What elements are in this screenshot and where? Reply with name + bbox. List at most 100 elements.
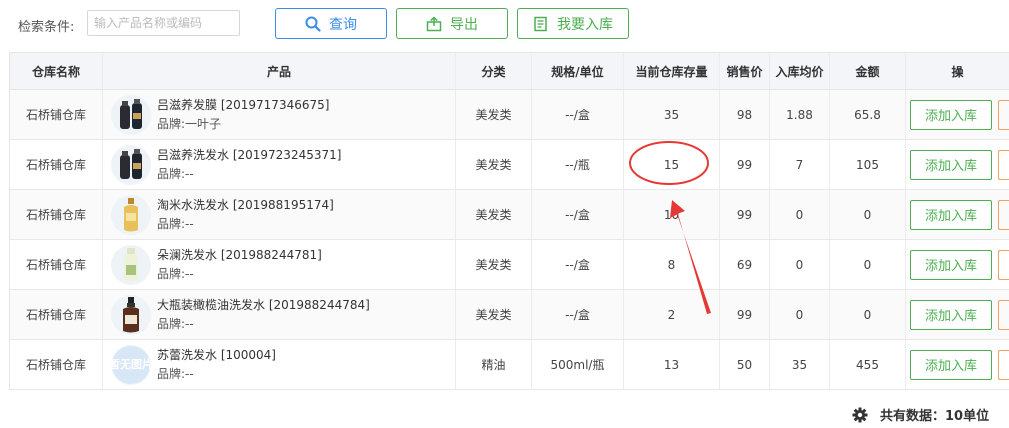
add-stock-button[interactable]: 添加入库: [910, 149, 992, 180]
category-cell: 美发类: [456, 240, 532, 289]
amount-cell: 0: [830, 240, 906, 289]
search-label: 检索条件:: [18, 20, 75, 35]
stock-cell: 2: [624, 290, 720, 339]
search-icon: [305, 16, 321, 32]
category-cell: 美发类: [456, 290, 532, 339]
query-label: 查询: [329, 16, 357, 33]
price-cell: 98: [720, 90, 770, 139]
add-stock-button[interactable]: 添加入库: [910, 199, 992, 230]
spec-cell: --/盒: [532, 240, 624, 289]
add-stock-button[interactable]: 添加入库: [910, 99, 992, 130]
warehouse-cell: 石桥铺仓库: [10, 140, 103, 189]
avg-cost-cell: 35: [770, 340, 830, 389]
spec-cell: --/盒: [532, 290, 624, 339]
avg-cost-cell: 1.88: [770, 90, 830, 139]
category-cell: 美发类: [456, 90, 532, 139]
search-input[interactable]: [87, 10, 240, 36]
category-cell: 美发类: [456, 140, 532, 189]
avg-cost-cell: 0: [770, 190, 830, 239]
secondary-action-button[interactable]: [998, 99, 1009, 130]
query-button[interactable]: 查询: [275, 8, 387, 39]
export-label: 导出: [450, 16, 478, 33]
spec-cell: --/盒: [532, 90, 624, 139]
table-row: 石桥铺仓库 吕滋养发膜 [2019717346675] 品牌:一叶子 美发类 -…: [10, 90, 1009, 140]
table-row: 石桥铺仓库 大瓶装橄榄油洗发水 [201988244784] 品牌:-- 美发类…: [10, 290, 1009, 340]
table-row: 石桥铺仓库 暂无图片 苏蕾洗发水 [100004] 品牌:-- 精油 500ml…: [10, 340, 1009, 390]
operations-cell: 添加入库: [906, 240, 1009, 289]
product-brand: 品牌:--: [157, 166, 194, 181]
product-cell: 吕滋养洗发水 [2019723245371] 品牌:--: [103, 140, 456, 189]
amount-cell: 455: [830, 340, 906, 389]
price-cell: 50: [720, 340, 770, 389]
product-name: 大瓶装橄榄油洗发水 [201988244784]: [157, 297, 370, 312]
category-cell: 美发类: [456, 190, 532, 239]
product-cell: 淘米水洗发水 [201988195174] 品牌:--: [103, 190, 456, 239]
price-cell: 99: [720, 290, 770, 339]
product-name: 苏蕾洗发水 [100004]: [157, 347, 276, 362]
category-cell: 精油: [456, 340, 532, 389]
operations-cell: 添加入库: [906, 290, 1009, 339]
stock-cell: 8: [624, 240, 720, 289]
header-product: 产品: [103, 53, 456, 89]
add-stock-button[interactable]: 添加入库: [910, 299, 992, 330]
stock-in-label: 我要入库: [557, 16, 613, 33]
secondary-action-button[interactable]: [998, 199, 1009, 230]
product-brand: 品牌:--: [157, 216, 194, 231]
data-count-text: 共有数据：10单位: [880, 409, 990, 424]
export-button[interactable]: 导出: [396, 8, 508, 39]
header-amount: 金额: [830, 53, 906, 89]
stock-cell: 10: [624, 190, 720, 239]
stock-in-button[interactable]: 我要入库: [517, 8, 629, 39]
secondary-action-button[interactable]: [998, 249, 1009, 280]
amount-cell: 0: [830, 290, 906, 339]
green-bottle-icon: [111, 244, 151, 285]
spec-cell: --/盒: [532, 190, 624, 239]
header-spec: 规格/单位: [532, 53, 624, 89]
secondary-action-button[interactable]: [998, 149, 1009, 180]
avg-cost-cell: 0: [770, 240, 830, 289]
table-header: 仓库名称 产品 分类 规格/单位 当前仓库存量 销售价 入库均价 金额 操: [10, 53, 1009, 90]
avg-cost-cell: 0: [770, 290, 830, 339]
no-image-placeholder: 暂无图片: [111, 344, 151, 385]
warehouse-cell: 石桥铺仓库: [10, 290, 103, 339]
price-cell: 99: [720, 190, 770, 239]
add-stock-button[interactable]: 添加入库: [910, 349, 992, 380]
stock-cell: 13: [624, 340, 720, 389]
brown-bottle-icon: [111, 294, 151, 335]
product-name: 吕滋养发膜 [2019717346675]: [157, 97, 330, 112]
product-cell: 朵澜洗发水 [201988244781] 品牌:--: [103, 240, 456, 289]
price-cell: 69: [720, 240, 770, 289]
stock-cell: 15: [624, 140, 720, 189]
warehouse-cell: 石桥铺仓库: [10, 190, 103, 239]
amount-cell: 0: [830, 190, 906, 239]
operations-cell: 添加入库: [906, 340, 1009, 389]
operations-cell: 添加入库: [906, 90, 1009, 139]
product-cell: 吕滋养发膜 [2019717346675] 品牌:一叶子: [103, 90, 456, 139]
header-operations: 操: [906, 53, 1009, 89]
product-name: 朵澜洗发水 [201988244781]: [157, 247, 322, 262]
dark-bottles-icon: [111, 144, 151, 185]
secondary-action-button[interactable]: [998, 349, 1009, 380]
table-row: 石桥铺仓库 吕滋养洗发水 [2019723245371] 品牌:-- 美发类 -…: [10, 140, 1009, 190]
spec-cell: --/瓶: [532, 140, 624, 189]
warehouse-cell: 石桥铺仓库: [10, 90, 103, 139]
gear-icon[interactable]: [852, 407, 868, 423]
product-brand: 品牌:--: [157, 316, 194, 331]
secondary-action-button[interactable]: [998, 299, 1009, 330]
spec-cell: 500ml/瓶: [532, 340, 624, 389]
add-stock-button[interactable]: 添加入库: [910, 249, 992, 280]
operations-cell: 添加入库: [906, 190, 1009, 239]
table-row: 石桥铺仓库 淘米水洗发水 [201988195174] 品牌:-- 美发类 --…: [10, 190, 1009, 240]
header-price: 销售价: [720, 53, 770, 89]
product-cell: 暂无图片 苏蕾洗发水 [100004] 品牌:--: [103, 340, 456, 389]
gold-bottle-icon: [111, 194, 151, 235]
product-cell: 大瓶装橄榄油洗发水 [201988244784] 品牌:--: [103, 290, 456, 339]
table-row: 石桥铺仓库 朵澜洗发水 [201988244781] 品牌:-- 美发类 --/…: [10, 240, 1009, 290]
dark-bottles-icon: [111, 94, 151, 135]
inventory-table: 仓库名称 产品 分类 规格/单位 当前仓库存量 销售价 入库均价 金额 操 石桥…: [9, 52, 1009, 390]
product-brand: 品牌:--: [157, 266, 194, 281]
warehouse-cell: 石桥铺仓库: [10, 340, 103, 389]
document-edit-icon: [534, 16, 547, 31]
warehouse-cell: 石桥铺仓库: [10, 240, 103, 289]
avg-cost-cell: 7: [770, 140, 830, 189]
